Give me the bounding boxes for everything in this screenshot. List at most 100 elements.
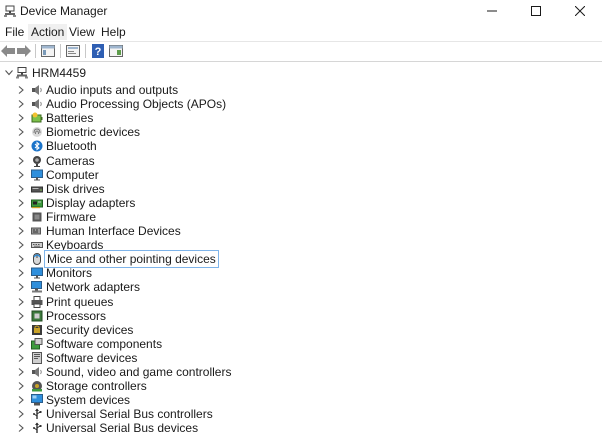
chevron-right-icon[interactable]	[17, 111, 25, 125]
tree-item-label: Sound, video and game controllers	[46, 365, 232, 379]
maximize-button[interactable]	[514, 0, 558, 22]
chevron-right-icon[interactable]	[17, 323, 25, 337]
chevron-right-icon[interactable]	[17, 238, 25, 252]
tree-item-label: Universal Serial Bus controllers	[46, 407, 213, 422]
tree-item-label: Firmware	[46, 209, 96, 224]
tree-item[interactable]: Network adapters	[0, 280, 240, 294]
chevron-right-icon[interactable]	[17, 97, 25, 111]
toolbar-separator	[85, 44, 86, 58]
toolbar-separator	[60, 44, 61, 58]
security-icon	[32, 324, 42, 335]
properties-button[interactable]	[40, 43, 56, 59]
menu-action[interactable]: Action	[28, 24, 68, 40]
tree-item-label: Human Interface Devices	[46, 224, 181, 238]
chevron-right-icon[interactable]	[17, 309, 25, 323]
close-icon	[575, 6, 585, 16]
chevron-right-icon[interactable]	[17, 379, 25, 393]
chevron-right-icon[interactable]	[17, 393, 25, 407]
software-component-icon	[31, 337, 43, 350]
chevron-right-icon[interactable]	[17, 182, 25, 196]
monitor-icon	[31, 169, 43, 181]
window-title: Device Manager	[20, 4, 108, 18]
chevron-right-icon[interactable]	[17, 266, 25, 280]
tree-item-label: Computer	[46, 167, 99, 182]
tree-item[interactable]: Cameras	[0, 154, 240, 168]
chevron-right-icon[interactable]	[17, 295, 25, 309]
tree-root-label: HRM4459	[32, 66, 87, 80]
tree-item[interactable]: Software devices	[0, 351, 240, 365]
menu-help[interactable]: Help	[98, 24, 129, 40]
tree-item[interactable]: Storage controllers	[0, 379, 240, 393]
chevron-right-icon[interactable]	[17, 168, 25, 182]
tree-item-label: Bluetooth	[46, 139, 97, 154]
forward-button[interactable]	[16, 43, 32, 59]
tree-item[interactable]: Batteries	[0, 111, 240, 125]
camera-icon	[33, 155, 41, 167]
tree-item[interactable]: Processors	[0, 309, 240, 323]
tree-item[interactable]: System devices	[0, 393, 240, 407]
chevron-right-icon[interactable]	[17, 83, 25, 97]
tree-item[interactable]: Bluetooth	[0, 139, 240, 153]
tree-item[interactable]: Security devices	[0, 323, 240, 337]
tree-item-label: Security devices	[46, 322, 134, 337]
tree-item[interactable]: Display adapters	[0, 196, 240, 210]
speaker-icon	[32, 85, 42, 95]
chevron-right-icon[interactable]	[17, 365, 25, 379]
title-bar: Device Manager	[0, 0, 602, 22]
tree-item[interactable]: Print queues	[0, 295, 240, 309]
tree-item[interactable]: Universal Serial Bus devices	[0, 421, 240, 435]
speaker-icon	[32, 99, 42, 110]
chevron-right-icon[interactable]	[17, 154, 25, 168]
tree-item[interactable]: Firmware	[0, 210, 240, 224]
hid-icon	[31, 227, 41, 235]
usb-icon	[33, 408, 42, 420]
svg-text:?: ?	[95, 46, 102, 58]
disk-icon	[31, 186, 43, 193]
tree-item[interactable]: Biometric devices	[0, 125, 240, 139]
mouse-icon	[33, 253, 41, 266]
view-button[interactable]	[108, 43, 124, 59]
chevron-right-icon[interactable]	[17, 139, 25, 153]
tree-item[interactable]: Software components	[0, 337, 240, 351]
storage-icon	[32, 381, 42, 392]
help-button[interactable]: ?	[90, 43, 106, 59]
update-driver-button[interactable]	[65, 43, 81, 59]
tree-item[interactable]: Human Interface Devices	[0, 224, 240, 238]
help-icon: ?	[92, 44, 104, 58]
tree-item-label: Storage controllers	[46, 379, 147, 394]
chevron-right-icon[interactable]	[17, 351, 25, 365]
tree-item-label: Biometric devices	[46, 125, 141, 140]
chevron-right-icon[interactable]	[17, 280, 25, 294]
tree-item[interactable]: Mice and other pointing devices	[0, 250, 240, 269]
firmware-icon	[32, 212, 42, 222]
device-manager-icon	[4, 5, 16, 17]
chevron-right-icon[interactable]	[17, 252, 25, 266]
tree-item-label: Universal Serial Bus devices	[46, 421, 199, 435]
tree-item-label: Processors	[46, 308, 107, 323]
tree-item-label: Print queues	[46, 294, 114, 309]
close-button[interactable]	[558, 0, 602, 22]
toolbar: ?	[0, 42, 602, 60]
tree-item[interactable]: Disk drives	[0, 182, 240, 196]
back-button[interactable]	[0, 43, 16, 59]
network-icon	[31, 281, 42, 293]
tree-root[interactable]: HRM4459	[0, 66, 200, 80]
chevron-right-icon[interactable]	[17, 210, 25, 224]
menu-file[interactable]: File	[2, 24, 27, 40]
chevron-down-icon[interactable]	[5, 66, 13, 80]
tree-item[interactable]: Universal Serial Bus controllers	[0, 407, 240, 421]
chevron-right-icon[interactable]	[17, 196, 25, 210]
tree-item[interactable]: Sound, video and game controllers	[0, 365, 240, 379]
chevron-right-icon[interactable]	[17, 407, 25, 421]
tree-item[interactable]: Audio Processing Objects (APOs)	[0, 97, 240, 111]
chevron-right-icon[interactable]	[17, 224, 25, 238]
tree-item[interactable]: Audio inputs and outputs	[0, 83, 240, 97]
tree-item[interactable]: Computer	[0, 168, 240, 182]
bluetooth-icon	[31, 140, 43, 152]
menu-view[interactable]: View	[66, 24, 98, 40]
chevron-right-icon[interactable]	[17, 421, 25, 435]
tree-item[interactable]: Monitors	[0, 266, 240, 280]
chevron-right-icon[interactable]	[17, 125, 25, 139]
minimize-button[interactable]	[470, 0, 514, 22]
chevron-right-icon[interactable]	[17, 337, 25, 351]
